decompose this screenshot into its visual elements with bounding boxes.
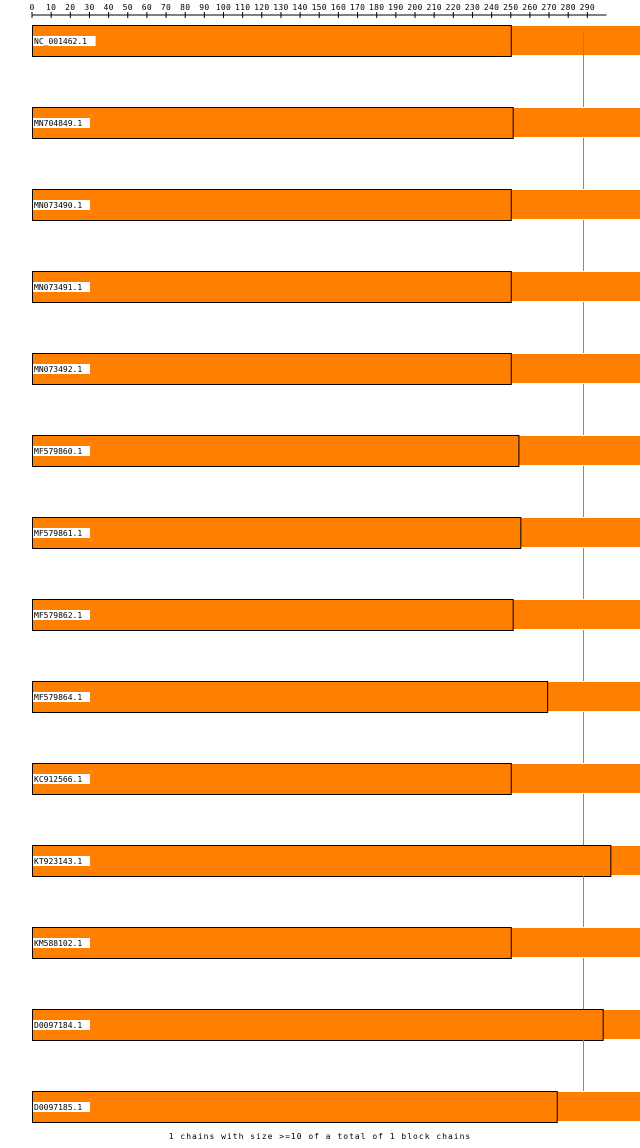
chain-block[interactable]	[32, 271, 512, 303]
tick-label: 10	[46, 3, 56, 12]
tick-label: 130	[273, 3, 288, 12]
chain-continuation	[518, 436, 640, 465]
tick-label: 280	[561, 3, 576, 12]
tick-label: 50	[123, 3, 133, 12]
chain-row: MN073490.1	[32, 189, 640, 221]
chain-block[interactable]	[32, 517, 522, 549]
tick-label: 140	[292, 3, 307, 12]
tick-label: 180	[369, 3, 384, 12]
chain-block[interactable]	[32, 1009, 604, 1041]
tick-label: 230	[465, 3, 480, 12]
sequence-label: KT923143.1	[34, 857, 82, 866]
tick-label: 190	[388, 3, 403, 12]
tick-label: 220	[446, 3, 461, 12]
sequence-label: KC912566.1	[34, 775, 82, 784]
chain-continuation	[510, 928, 640, 957]
sequence-label: MF579862.1	[34, 611, 82, 620]
x-axis: 0 10 20 30 40 50 60 70 80 90 100 110 120 130 140 150 160…	[29, 3, 607, 18]
sequence-label: MN704849.1	[34, 119, 82, 128]
tick-label: 70	[161, 3, 171, 12]
chain-chart: 0 10 20 30 40 50 60 70 80 90 100 110 120 130 140 150 160…	[29, 3, 640, 1141]
chain-row: KT923143.1	[32, 845, 640, 877]
chain-continuation	[510, 190, 640, 219]
chain-block[interactable]	[32, 25, 512, 57]
tick-label: 250	[503, 3, 518, 12]
sequence-label: MF579861.1	[34, 529, 82, 538]
chain-continuation	[512, 108, 640, 137]
sequence-label: D0097185.1	[34, 1103, 82, 1112]
chain-row: MF579862.1	[32, 599, 640, 631]
tick-label: 260	[522, 3, 537, 12]
sequence-label: MF579860.1	[34, 447, 82, 456]
chain-row: MF579860.1	[32, 435, 640, 467]
tick-label: 120	[254, 3, 269, 12]
chain-row: NC_001462.1	[32, 25, 640, 57]
chain-continuation	[510, 764, 640, 793]
sequence-label: NC_001462.1	[34, 37, 87, 46]
chain-row: D0097185.1	[32, 1091, 640, 1123]
chain-block[interactable]	[32, 189, 512, 221]
chain-continuation	[610, 846, 640, 875]
chain-block[interactable]	[32, 845, 612, 877]
chain-continuation	[510, 272, 640, 301]
chain-row: MN073492.1	[32, 353, 640, 385]
sequence-label: MN073492.1	[34, 365, 82, 374]
chain-row: MN073491.1	[32, 271, 640, 303]
tick-label: 40	[103, 3, 113, 12]
tick-label: 160	[331, 3, 346, 12]
chain-block[interactable]	[32, 927, 512, 959]
chain-row: MF579864.1	[32, 681, 640, 713]
tick-label: 20	[65, 3, 75, 12]
chart-footer: 1 chains with size >=10 of a total of 1 …	[169, 1132, 471, 1141]
chain-row: MN704849.1	[32, 107, 640, 139]
chain-block[interactable]	[32, 599, 514, 631]
chain-block[interactable]	[32, 763, 512, 795]
chain-continuation	[547, 682, 640, 711]
chain-row: MF579861.1	[32, 517, 640, 549]
tick-label: 90	[199, 3, 209, 12]
tick-label: 200	[407, 3, 422, 12]
sequence-label: KM588102.1	[34, 939, 82, 948]
chain-continuation	[510, 26, 640, 55]
tick-label: 30	[84, 3, 94, 12]
chain-block[interactable]	[32, 107, 514, 139]
sequence-label: MN073490.1	[34, 201, 82, 210]
chain-block[interactable]	[32, 435, 520, 467]
chain-continuation	[556, 1092, 640, 1121]
tick-label: 150	[312, 3, 327, 12]
tick-label: 80	[180, 3, 190, 12]
tick-label: 100	[216, 3, 231, 12]
tick-label: 290	[580, 3, 595, 12]
chain-block[interactable]	[32, 681, 549, 713]
chain-continuation	[520, 518, 640, 547]
chain-row: KC912566.1	[32, 763, 640, 795]
chain-block[interactable]	[32, 1091, 558, 1123]
sequence-label: MF579864.1	[34, 693, 82, 702]
chain-block[interactable]	[32, 353, 512, 385]
chain-continuation	[602, 1010, 640, 1039]
tick-label: 170	[350, 3, 365, 12]
tick-label: 270	[541, 3, 556, 12]
tick-label: 0	[29, 3, 34, 12]
chain-continuation	[510, 354, 640, 383]
chain-row: D0097184.1	[32, 1009, 640, 1041]
sequence-label: D0097184.1	[34, 1021, 82, 1030]
chain-continuation	[512, 600, 640, 629]
sequence-label: MN073491.1	[34, 283, 82, 292]
tick-label: 60	[142, 3, 152, 12]
chain-row: KM588102.1	[32, 927, 640, 959]
tick-label: 240	[484, 3, 499, 12]
tick-label: 110	[235, 3, 250, 12]
tick-label: 210	[426, 3, 441, 12]
chain-rows: NC_001462.1 MN704849.1 MN073490.1 MN073491.…	[32, 25, 640, 1123]
